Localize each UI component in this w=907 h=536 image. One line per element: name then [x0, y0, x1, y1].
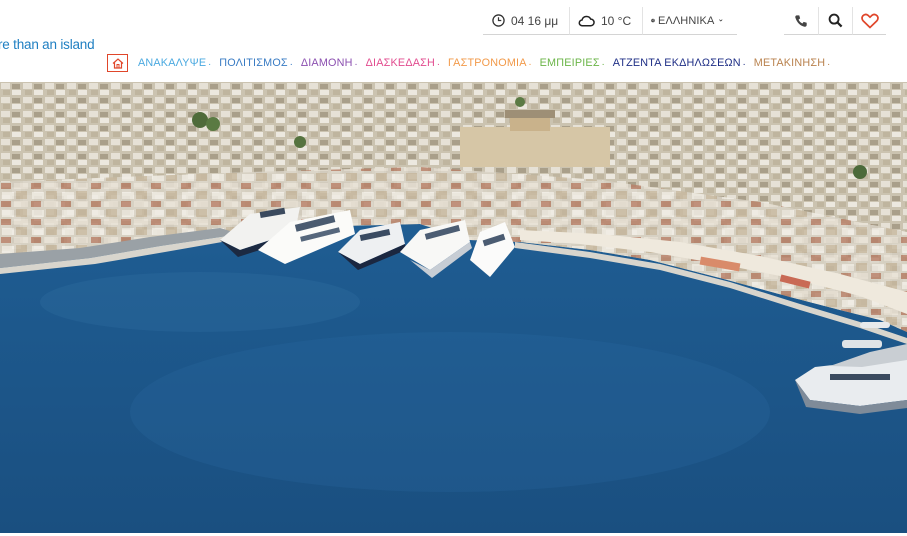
time-text: 04 16 μμ — [511, 13, 559, 28]
time-display: 04 16 μμ — [483, 7, 569, 35]
favorites-button[interactable] — [852, 7, 886, 35]
language-label: ΕΛΛΗΝΙΚΑ — [657, 14, 715, 27]
nav-item-gastronomy[interactable]: ΓΑΣΤΡΟΝΟΜΙΑ — [448, 57, 531, 69]
site-header: re than an island 04 16 μμ 10 °C ΕΛΛΗΝΙΚ… — [0, 0, 907, 82]
heart-icon — [860, 13, 879, 29]
globe-icon — [651, 18, 655, 23]
header-actions — [784, 7, 886, 35]
harbor-scene-image — [0, 82, 907, 533]
hero-image-harbor — [0, 82, 907, 533]
search-button[interactable] — [818, 7, 852, 35]
nav-item-transport[interactable]: ΜΕΤΑΚΙΝΗΣΗ — [754, 57, 831, 69]
phone-button[interactable] — [784, 7, 818, 35]
clock-icon — [492, 14, 505, 27]
nav-item-entertainment[interactable]: ΔΙΑΣΚΕΔΑΣΗ — [366, 57, 441, 69]
home-icon — [112, 57, 123, 69]
site-tagline[interactable]: re than an island — [0, 37, 95, 52]
home-button[interactable] — [107, 54, 128, 72]
weather-text: 10 °C — [601, 13, 632, 28]
weather-display[interactable]: 10 °C — [569, 7, 642, 35]
nav-item-discover[interactable]: ΑΝΑΚΑΛΥΨΕ — [138, 57, 212, 69]
nav-item-culture[interactable]: ΠΟΛΙΤΙΣΜΟΣ — [219, 57, 292, 69]
phone-icon — [795, 14, 807, 27]
language-selector[interactable]: ΕΛΛΗΝΙΚΑ — [642, 7, 737, 35]
cloud-icon — [578, 15, 595, 26]
search-icon — [828, 13, 843, 28]
top-utility-bar: 04 16 μμ 10 °C ΕΛΛΗΝΙΚΑ — [483, 7, 737, 35]
nav-item-events-agenda[interactable]: ΑΤΖΕΝΤΑ ΕΚΔΗΛΩΣΕΩΝ — [613, 57, 746, 69]
main-navigation: ΑΝΑΚΑΛΥΨΕ ΠΟΛΙΤΙΣΜΟΣ ΔΙΑΜΟΝΗ ΔΙΑΣΚΕΔΑΣΗ … — [107, 53, 831, 73]
chevron-down-icon — [719, 19, 723, 22]
nav-item-accommodation[interactable]: ΔΙΑΜΟΝΗ — [301, 57, 358, 69]
nav-item-experiences[interactable]: ΕΜΠΕΙΡΙΕΣ — [540, 57, 605, 69]
